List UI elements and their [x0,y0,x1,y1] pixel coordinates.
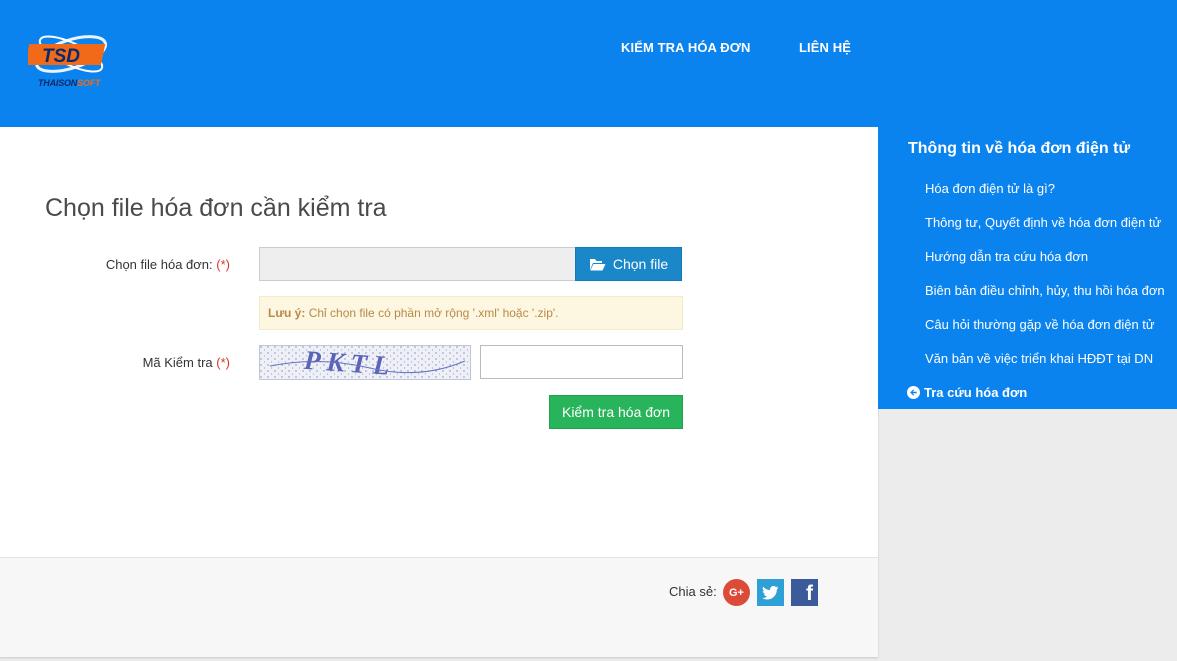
sidebar-item-hoa-don-dien-tu-la-gi[interactable]: Hóa đơn điện tử là gì? [925,181,1055,196]
sidebar-title: Thông tin về hóa đơn điện tử [908,140,1131,157]
choose-file-button[interactable]: Chọn file [575,247,682,281]
nav-lien-he[interactable]: LIÊN HỆ [799,40,851,55]
svg-text:TSD: TSD [42,46,80,67]
captcha-image: PKTL [259,345,471,380]
folder-open-icon [589,258,606,270]
file-name-display[interactable] [259,247,576,281]
sidebar-item-van-ban-trien-khai[interactable]: Văn bản về việc triển khai HĐĐT tại DN [925,351,1153,366]
svg-text:PKTL: PKTL [302,346,396,380]
sidebar-item-huong-dan-tra-cuu[interactable]: Hướng dẫn tra cứu hóa đơn [925,249,1088,264]
sidebar-item-thong-tu-quyet-dinh[interactable]: Thông tư, Quyết định về hóa đơn điện tử [925,215,1161,230]
share-footer: Chia sẻ: G+ f [0,557,878,657]
captcha-input[interactable] [480,345,683,379]
twitter-icon[interactable] [757,579,784,606]
required-mark: (*) [216,257,230,272]
choose-file-label: Chọn file [612,256,669,272]
logo-brand-text: THAISONSOFT [38,78,101,88]
captcha-label: Mã Kiểm tra (*) [142,355,230,370]
sidebar-lookup-label: Tra cứu hóa đơn [924,385,1028,400]
file-type-note: Lưu ý: Chỉ chọn file có phần mở rộng '.x… [259,296,683,330]
note-bold: Lưu ý: [268,306,306,320]
nav-kiem-tra-hoa-don[interactable]: KIỂM TRA HÓA ĐƠN [621,40,750,55]
sidebar-item-bien-ban-dieu-chinh[interactable]: Biên bản điều chỉnh, hủy, thu hồi hóa đơ… [925,283,1165,298]
circle-arrow-left-icon [907,386,920,399]
share-label: Chia sẻ: [669,584,717,599]
note-text: Chỉ chọn file có phần mở rộng '.xml' hoặ… [305,306,559,320]
file-label: Chọn file hóa đơn: (*) [105,257,230,272]
check-invoice-button[interactable]: Kiểm tra hóa đơn [549,395,683,429]
site-logo[interactable]: TSD THAISONSOFT [24,22,114,92]
sidebar-lookup-link[interactable]: Tra cứu hóa đơn [907,385,1027,400]
info-sidebar: Thông tin về hóa đơn điện tử Hóa đơn điệ… [878,127,1177,409]
site-header: TSD THAISONSOFT KIỂM TRA HÓA ĐƠN LIÊN HỆ [0,0,1177,127]
page-title: Chọn file hóa đơn cần kiểm tra [45,194,387,222]
facebook-icon[interactable]: f [791,579,818,606]
google-plus-icon[interactable]: G+ [723,579,750,606]
main-panel: Chọn file hóa đơn cần kiểm tra Chọn file… [0,127,878,657]
required-mark: (*) [216,355,230,370]
sidebar-item-cau-hoi-thuong-gap[interactable]: Câu hỏi thường gặp về hóa đơn điện tử [925,317,1155,332]
